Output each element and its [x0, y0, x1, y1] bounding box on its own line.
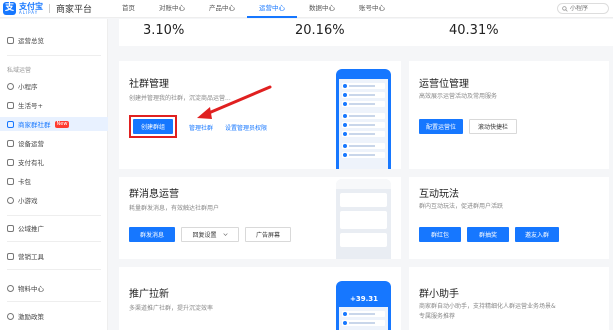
sidebar-item-overview[interactable]: 运营总览 — [0, 33, 108, 47]
sidebar-item-label: 营销工具 — [18, 253, 44, 261]
main-content: 3.10% 20.16% 40.31% 社群管理 创建并管理我的社群，沉淀商品运… — [109, 19, 613, 330]
community-icon — [7, 120, 14, 128]
sidebar-item-materials[interactable]: 物料中心 — [0, 281, 108, 295]
logo-en-text: ALIPAY — [19, 9, 39, 15]
sidebar-item-label: 设备运营 — [18, 140, 44, 148]
miniprogram-icon — [7, 82, 14, 90]
sidebar-item-incentives[interactable]: 激励政策 — [0, 309, 108, 323]
sidebar-item-marketing-tools[interactable]: 营销工具 — [0, 249, 108, 263]
sidebar-item-label: 生活号+ — [18, 102, 43, 110]
sidebar-divider — [7, 215, 101, 216]
sidebar-item-lifeaccount[interactable]: 生活号+ — [0, 98, 108, 112]
sidebar-item-label: 小游戏 — [18, 197, 38, 205]
logo-divider — [49, 4, 50, 13]
alipay-logo-icon: 支 — [3, 2, 16, 15]
sidebar-item-merchant-community[interactable]: 商家群社群 New — [0, 117, 108, 131]
nav-item-data[interactable]: 数据中心 — [297, 0, 347, 18]
nav-item-account[interactable]: 账号中心 — [347, 0, 397, 18]
sidebar-item-public-promo[interactable]: 公域推广 — [0, 221, 108, 235]
sidebar-item-label: 小程序 — [18, 83, 38, 91]
search-input[interactable] — [570, 5, 606, 12]
overview-icon — [7, 36, 14, 44]
lifeaccount-icon — [7, 101, 14, 109]
alipay-logo[interactable]: 支 支付宝 ALIPAY — [3, 2, 43, 15]
gift-icon — [7, 158, 14, 166]
sidebar-item-label: 物料中心 — [18, 285, 44, 293]
sidebar-item-payment-gift[interactable]: 支付有礼 — [0, 155, 108, 169]
sidebar-item-miniprogram[interactable]: 小程序 — [0, 79, 108, 93]
sidebar-item-label: 激励政策 — [18, 313, 44, 321]
nav-item-home[interactable]: 首页 — [110, 0, 147, 18]
card-icon — [7, 177, 14, 185]
sidebar-group-label: 私域运营 — [7, 67, 32, 74]
top-nav: 首页 对账中心 产品中心 运营中心 数据中心 账号中心 — [110, 0, 397, 18]
sidebar-item-label: 支付有礼 — [18, 159, 44, 167]
sidebar-divider — [7, 269, 101, 270]
incentive-icon — [7, 312, 14, 320]
new-badge: New — [54, 120, 70, 128]
nav-item-products[interactable]: 产品中心 — [197, 0, 247, 18]
sidebar: 运营总览 私域运营 小程序 生活号+ 商家群社群 New 设备运营 支付有礼 卡… — [0, 19, 108, 330]
search-box[interactable] — [557, 3, 609, 14]
nav-item-operations[interactable]: 运营中心 — [247, 0, 298, 18]
search-icon — [562, 5, 568, 12]
sidebar-divider — [7, 55, 101, 56]
sidebar-item-label: 公域推广 — [18, 225, 44, 233]
materials-icon — [7, 284, 14, 292]
minigame-icon — [7, 196, 14, 204]
nav-item-reconciliation[interactable]: 对账中心 — [147, 0, 197, 18]
sidebar-item-label: 运营总览 — [18, 37, 44, 45]
top-bar: 支 支付宝 ALIPAY 商家平台 首页 对账中心 产品中心 运营中心 数据中心… — [0, 0, 613, 18]
device-icon — [7, 139, 14, 147]
platform-title: 商家平台 — [56, 5, 93, 15]
sidebar-item-label: 卡包 — [18, 178, 31, 186]
sidebar-divider — [7, 241, 101, 242]
annotation-arrow — [197, 85, 272, 119]
sidebar-item-minigame[interactable]: 小游戏 — [0, 193, 108, 207]
sidebar-item-card-pack[interactable]: 卡包 — [0, 174, 108, 188]
promotion-icon — [7, 224, 14, 232]
marketing-icon — [7, 252, 14, 260]
sidebar-item-device[interactable]: 设备运营 — [0, 136, 108, 150]
sidebar-item-label: 商家群社群 — [18, 121, 51, 129]
sidebar-divider — [7, 301, 101, 302]
